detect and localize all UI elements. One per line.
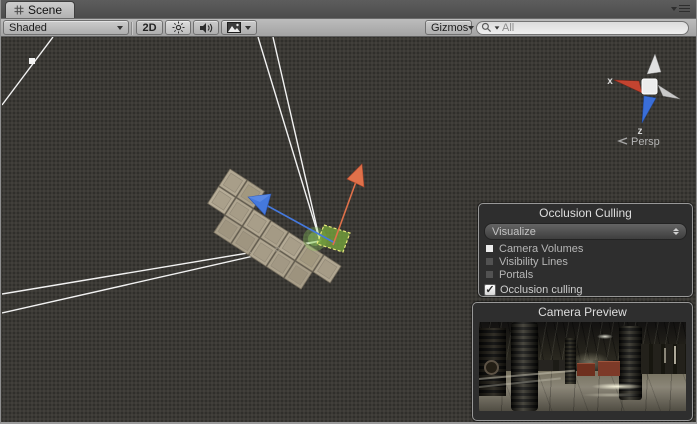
camera-preview-title[interactable]: Camera Preview xyxy=(473,303,692,319)
frustum-handle-dot[interactable] xyxy=(29,58,35,64)
effects-toggle[interactable] xyxy=(221,20,257,35)
swatch-off-icon xyxy=(486,271,493,278)
preview-pipe xyxy=(674,346,676,364)
occlusion-culling-panel: Occlusion Culling Visualize Camera Volum… xyxy=(478,203,693,297)
toolbar-separator xyxy=(131,22,132,35)
legend-item-camera-volumes[interactable]: Camera Volumes xyxy=(479,242,692,255)
scene-view-window: Scene Shaded 2D Gizmos All x z Persp Occ… xyxy=(0,0,697,424)
persp-chevron-icon xyxy=(617,137,628,145)
occlusion-culling-checkbox-label: Occlusion culling xyxy=(500,284,583,296)
checkbox-checked-icon[interactable]: ✓ xyxy=(484,284,496,296)
axis-cone-x[interactable] xyxy=(613,79,643,94)
chevron-down-icon xyxy=(468,25,475,30)
scene-grid-icon xyxy=(14,5,24,15)
scene-toolbar: Shaded 2D Gizmos All xyxy=(1,18,696,37)
preview-ceiling-light xyxy=(597,334,613,339)
preview-left-tank xyxy=(511,322,538,411)
gizmos-label: Gizmos xyxy=(431,21,469,34)
swatch-off-icon xyxy=(486,258,493,265)
2d-toggle-button[interactable]: 2D xyxy=(136,20,163,35)
search-icon xyxy=(481,22,492,33)
axis-x-label: x xyxy=(607,76,613,87)
preview-floor-highlight xyxy=(583,382,651,391)
window-menu-icon[interactable] xyxy=(671,5,690,13)
preview-crate xyxy=(598,361,620,376)
preview-pipe xyxy=(664,348,666,363)
camera-preview-panel: Camera Preview xyxy=(472,302,693,421)
updown-arrows-icon xyxy=(673,228,679,235)
search-input[interactable] xyxy=(502,21,684,34)
swatch-on-icon xyxy=(486,245,493,252)
axis-cube[interactable] xyxy=(641,78,658,95)
tab-scene[interactable]: Scene xyxy=(5,1,76,18)
scene-search-field[interactable] xyxy=(476,20,689,35)
chevron-down-icon xyxy=(245,25,251,30)
camera-frustum-lines xyxy=(2,37,321,314)
orientation-gizmo: x z Persp xyxy=(607,53,681,148)
visualize-dropdown[interactable]: Visualize xyxy=(484,223,687,240)
visualize-dropdown-value: Visualize xyxy=(492,225,536,238)
tab-strip: Scene xyxy=(1,0,696,18)
preview-crate xyxy=(577,363,595,376)
preview-mid-tank xyxy=(565,338,576,384)
axis-cone-up[interactable] xyxy=(646,53,662,75)
axis-cone-right[interactable] xyxy=(657,84,681,100)
gizmos-dropdown[interactable]: Gizmos xyxy=(425,20,475,35)
occlusion-culling-checkbox-row[interactable]: ✓ Occlusion culling xyxy=(479,284,692,296)
dropdown-arrow-icon xyxy=(671,7,677,11)
sun-icon xyxy=(172,21,184,34)
speaker-icon xyxy=(200,22,213,33)
tab-scene-label: Scene xyxy=(28,3,63,17)
scene-lighting-toggle[interactable] xyxy=(165,20,191,35)
preview-floor-highlight xyxy=(571,392,651,398)
legend-item-portals[interactable]: Portals xyxy=(479,268,692,281)
legend-item-visibility-lines[interactable]: Visibility Lines xyxy=(479,255,692,268)
hamburger-icon xyxy=(679,5,690,13)
camera-preview-image xyxy=(479,322,686,411)
preview-porthole xyxy=(484,360,499,375)
scene-audio-toggle[interactable] xyxy=(193,20,219,35)
projection-label[interactable]: Persp xyxy=(631,136,660,148)
image-icon xyxy=(227,22,241,33)
draw-mode-value: Shaded xyxy=(9,21,47,34)
search-filter-arrow-icon xyxy=(494,25,500,30)
occlusion-panel-title[interactable]: Occlusion Culling xyxy=(479,204,692,220)
chevron-down-icon xyxy=(117,25,123,30)
scene-viewport[interactable]: x z Persp Occlusion Culling Visualize Ca… xyxy=(2,37,696,422)
axis-cone-z[interactable] xyxy=(641,95,657,124)
draw-mode-dropdown[interactable]: Shaded xyxy=(3,20,129,35)
